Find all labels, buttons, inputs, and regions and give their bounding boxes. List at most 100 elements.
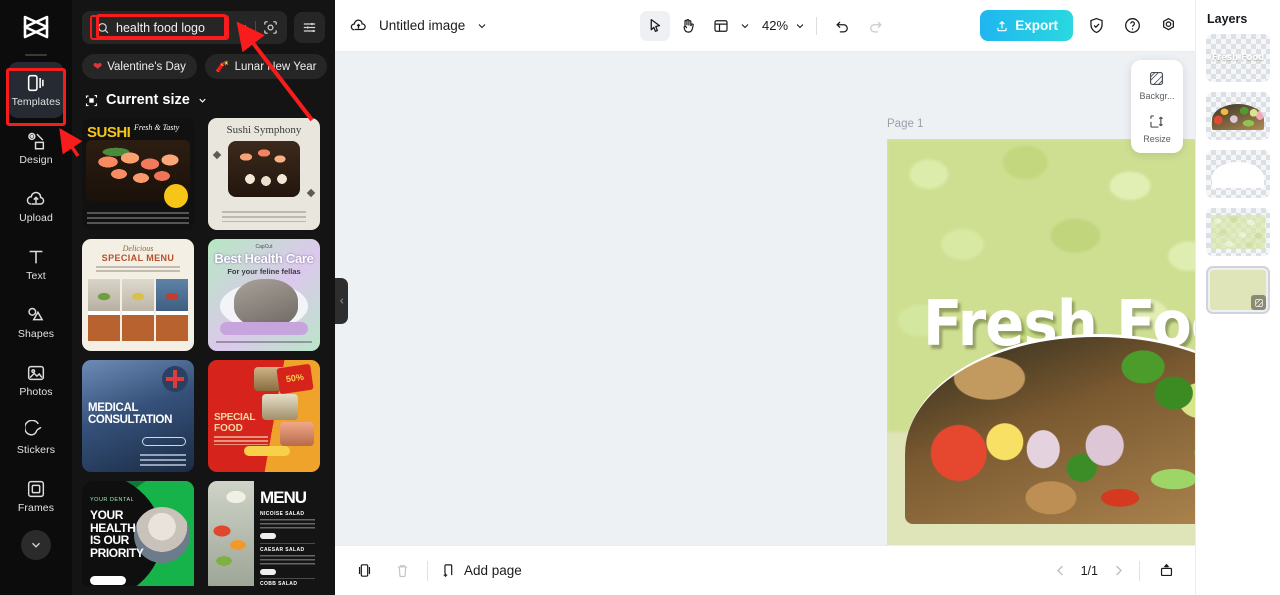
medical-cross-icon	[162, 366, 188, 392]
design-icon	[28, 132, 45, 150]
canvas-workspace[interactable]: Page 1 Fresh Food	[335, 52, 1195, 545]
bottom-divider	[1139, 560, 1140, 581]
sidebar-item-frames[interactable]: Frames	[8, 468, 64, 524]
layout-chevron-down-icon[interactable]	[739, 20, 751, 32]
image-search-icon[interactable]	[262, 19, 279, 36]
sidebar-item-design[interactable]: Design	[8, 120, 64, 176]
delete-page-button[interactable]	[389, 558, 415, 584]
template-card[interactable]: 50% SPECIAL FOOD	[208, 360, 320, 472]
template-title-2: CONSULTATION	[88, 414, 172, 426]
bottom-divider	[427, 560, 428, 581]
sidebar-item-photos[interactable]: Photos	[8, 352, 64, 408]
zoom-level[interactable]: 42%	[754, 18, 791, 33]
filter-icon	[303, 22, 316, 33]
app-logo[interactable]	[0, 4, 72, 50]
search-divider	[255, 20, 256, 35]
template-eyebrow: Delicious	[122, 244, 154, 253]
template-card[interactable]: SUSHI Fresh & Tasty	[82, 118, 194, 230]
background-button[interactable]: Backgr...	[1139, 69, 1175, 101]
rail-more-button[interactable]	[21, 530, 51, 560]
templates-search-row: health food logo ×	[72, 0, 335, 44]
chip-lunar-new-year[interactable]: 🧨 Lunar New Year	[204, 54, 328, 79]
export-button[interactable]: Export	[980, 10, 1073, 41]
search-input-wrapper[interactable]: health food logo	[90, 15, 230, 40]
text-icon	[29, 250, 43, 264]
template-body-lines	[260, 555, 315, 567]
template-section-title: NICOISE SALAD	[260, 511, 305, 517]
help-circle-icon	[1124, 18, 1140, 33]
select-tool-button[interactable]	[639, 10, 670, 41]
sidebar-label-photos: Photos	[19, 386, 53, 399]
search-input[interactable]: health food logo	[116, 21, 205, 35]
chip-label: Valentine's Day	[107, 60, 186, 73]
template-cta-pill	[142, 437, 186, 446]
templates-grid: SUSHI Fresh & Tasty Sushi Symphony Delic…	[72, 116, 335, 586]
layer-item-shape-white-arc[interactable]	[1206, 150, 1270, 198]
hand-tool-button[interactable]	[673, 11, 703, 41]
background-label: Backgr...	[1139, 91, 1175, 101]
sidebar-item-shapes[interactable]: Shapes	[8, 294, 64, 350]
chip-valentines-day[interactable]: ❤ Valentine's Day	[82, 54, 197, 79]
template-thumbnail-art	[208, 481, 254, 586]
layout-tool-button[interactable]	[706, 11, 736, 41]
template-title: SUSHI	[87, 124, 131, 141]
sidebar-item-text[interactable]: Text	[8, 236, 64, 292]
template-card[interactable]: CapCut Best Health Care For your feline …	[208, 239, 320, 351]
frames-icon	[27, 481, 45, 498]
sidebar-label-templates: Templates	[11, 96, 61, 109]
template-cta-button	[90, 576, 126, 585]
duplicate-page-button[interactable]	[351, 558, 377, 584]
help-button[interactable]	[1119, 13, 1145, 39]
chevron-left-icon[interactable]	[1053, 563, 1068, 578]
template-card[interactable]: MEDICAL CONSULTATION	[82, 360, 194, 472]
design-canvas[interactable]: Fresh Food	[887, 139, 1195, 545]
resize-button[interactable]: Resize	[1143, 112, 1171, 144]
template-section-title: COBB SALAD	[260, 581, 298, 586]
rail-divider	[25, 54, 47, 56]
chevron-down-icon[interactable]	[476, 20, 488, 32]
template-subtitle-lines	[222, 211, 306, 222]
stickers-icon	[25, 420, 42, 436]
search-box[interactable]: health food logo ×	[82, 11, 287, 44]
layers-panel: Layers Fresh Food	[1195, 0, 1280, 595]
current-size-label: Current size	[106, 92, 190, 108]
undo-icon	[835, 21, 848, 33]
current-size-selector[interactable]: Current size	[72, 79, 335, 116]
sidebar-item-upload[interactable]: Upload	[8, 178, 64, 234]
layout-panel-icon	[714, 19, 728, 32]
filter-button[interactable]	[294, 12, 325, 43]
template-thumbnail-art	[88, 279, 120, 341]
sidebar-label-design: Design	[19, 154, 53, 167]
template-card[interactable]: Delicious SPECIAL MENU	[82, 239, 194, 351]
settings-button[interactable]	[1155, 13, 1181, 39]
redo-button[interactable]	[860, 11, 890, 41]
background-badge	[1251, 295, 1266, 310]
search-clear-icon[interactable]: ×	[237, 21, 249, 34]
layer-item-image-lettuce[interactable]	[1206, 208, 1270, 256]
discount-badge: 50%	[276, 363, 314, 395]
layer-item-background[interactable]	[1206, 266, 1270, 314]
template-title: YOUR HEALTH IS OUR PRIORITY	[90, 508, 144, 560]
templates-icon	[27, 75, 44, 92]
add-page-button[interactable]: Add page	[440, 562, 522, 579]
undo-button[interactable]	[827, 11, 857, 41]
template-card[interactable]: Sushi Symphony	[208, 118, 320, 230]
sidebar-item-templates[interactable]: Templates	[8, 62, 64, 118]
template-thumbnail-art	[156, 279, 188, 341]
template-thumbnail-art	[228, 141, 300, 197]
layer-item-image-food[interactable]	[1206, 92, 1270, 140]
template-card[interactable]: MENU NICOISE SALAD CAESAR SALAD COBB SAL…	[208, 481, 320, 586]
panel-collapse-handle[interactable]	[335, 278, 348, 324]
layer-thumb-lettuce	[1211, 215, 1265, 249]
template-body-lines	[260, 519, 315, 531]
sidebar-item-stickers[interactable]: Stickers	[8, 410, 64, 466]
shield-button[interactable]	[1083, 13, 1109, 39]
document-title[interactable]: Untitled image	[379, 18, 465, 33]
chevron-right-icon[interactable]	[1111, 563, 1126, 578]
template-card[interactable]: YOUR DENTAL YOUR HEALTH IS OUR PRIORITY	[82, 481, 194, 586]
zoom-chevron-down-icon[interactable]	[794, 20, 806, 32]
page-grid-button[interactable]	[1153, 558, 1179, 584]
cloud-upload-icon[interactable]	[349, 16, 368, 35]
template-thumbnail-art	[262, 394, 298, 420]
layer-item-text-fresh-food[interactable]: Fresh Food	[1206, 34, 1270, 82]
